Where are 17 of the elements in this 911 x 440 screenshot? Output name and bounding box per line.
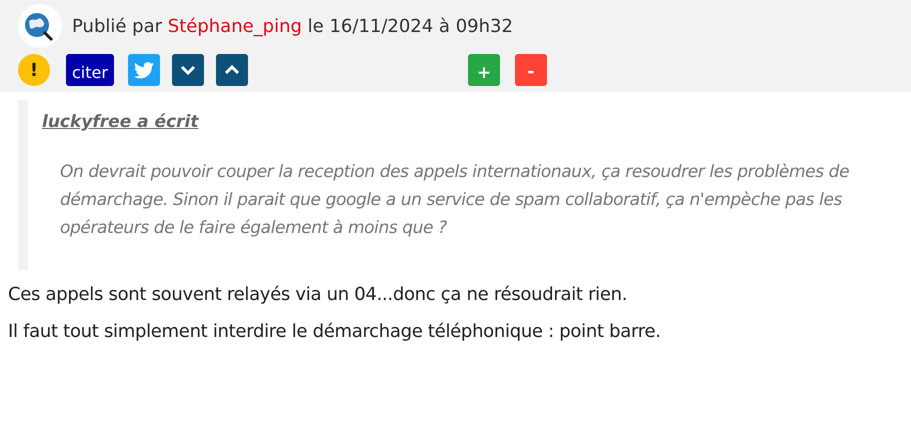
quote-author-link[interactable]: luckyfree a écrit [42,112,198,132]
quote-button[interactable]: citer [66,54,114,86]
chevron-down-icon [180,65,196,75]
author-link[interactable]: Stéphane_ping [168,16,302,36]
bird-icon [134,62,154,78]
post-paragraph: Il faut tout simplement interdire le démarchage téléphonique : point barre. [8,321,662,342]
downvote-button[interactable]: - [514,54,547,86]
chevron-up-icon [224,65,240,75]
post-paragraph: Ces appels sont souvent relayés via un 04...donc ça ne résoudrait rien. [8,284,628,305]
scroll-up-button[interactable] [216,54,248,86]
report-button[interactable]: ! [18,54,50,86]
quote-text: On devrait pouvoir couper la reception des appels internationaux, ça resoudrer les problèmes de démarchage. Sinon il parait que google a un service de spam collaboratif, ça n'empèche pas les opérateurs de le faire également à moins que ? [60,161,850,240]
tweet-button[interactable] [128,54,160,86]
scroll-down-button[interactable] [172,54,204,86]
upvote-button[interactable]: + [468,54,500,86]
avatar-icon [18,4,62,48]
post-byline: Publié par Stéphane_ping le 16/11/2024 à 09h32 [72,16,513,36]
